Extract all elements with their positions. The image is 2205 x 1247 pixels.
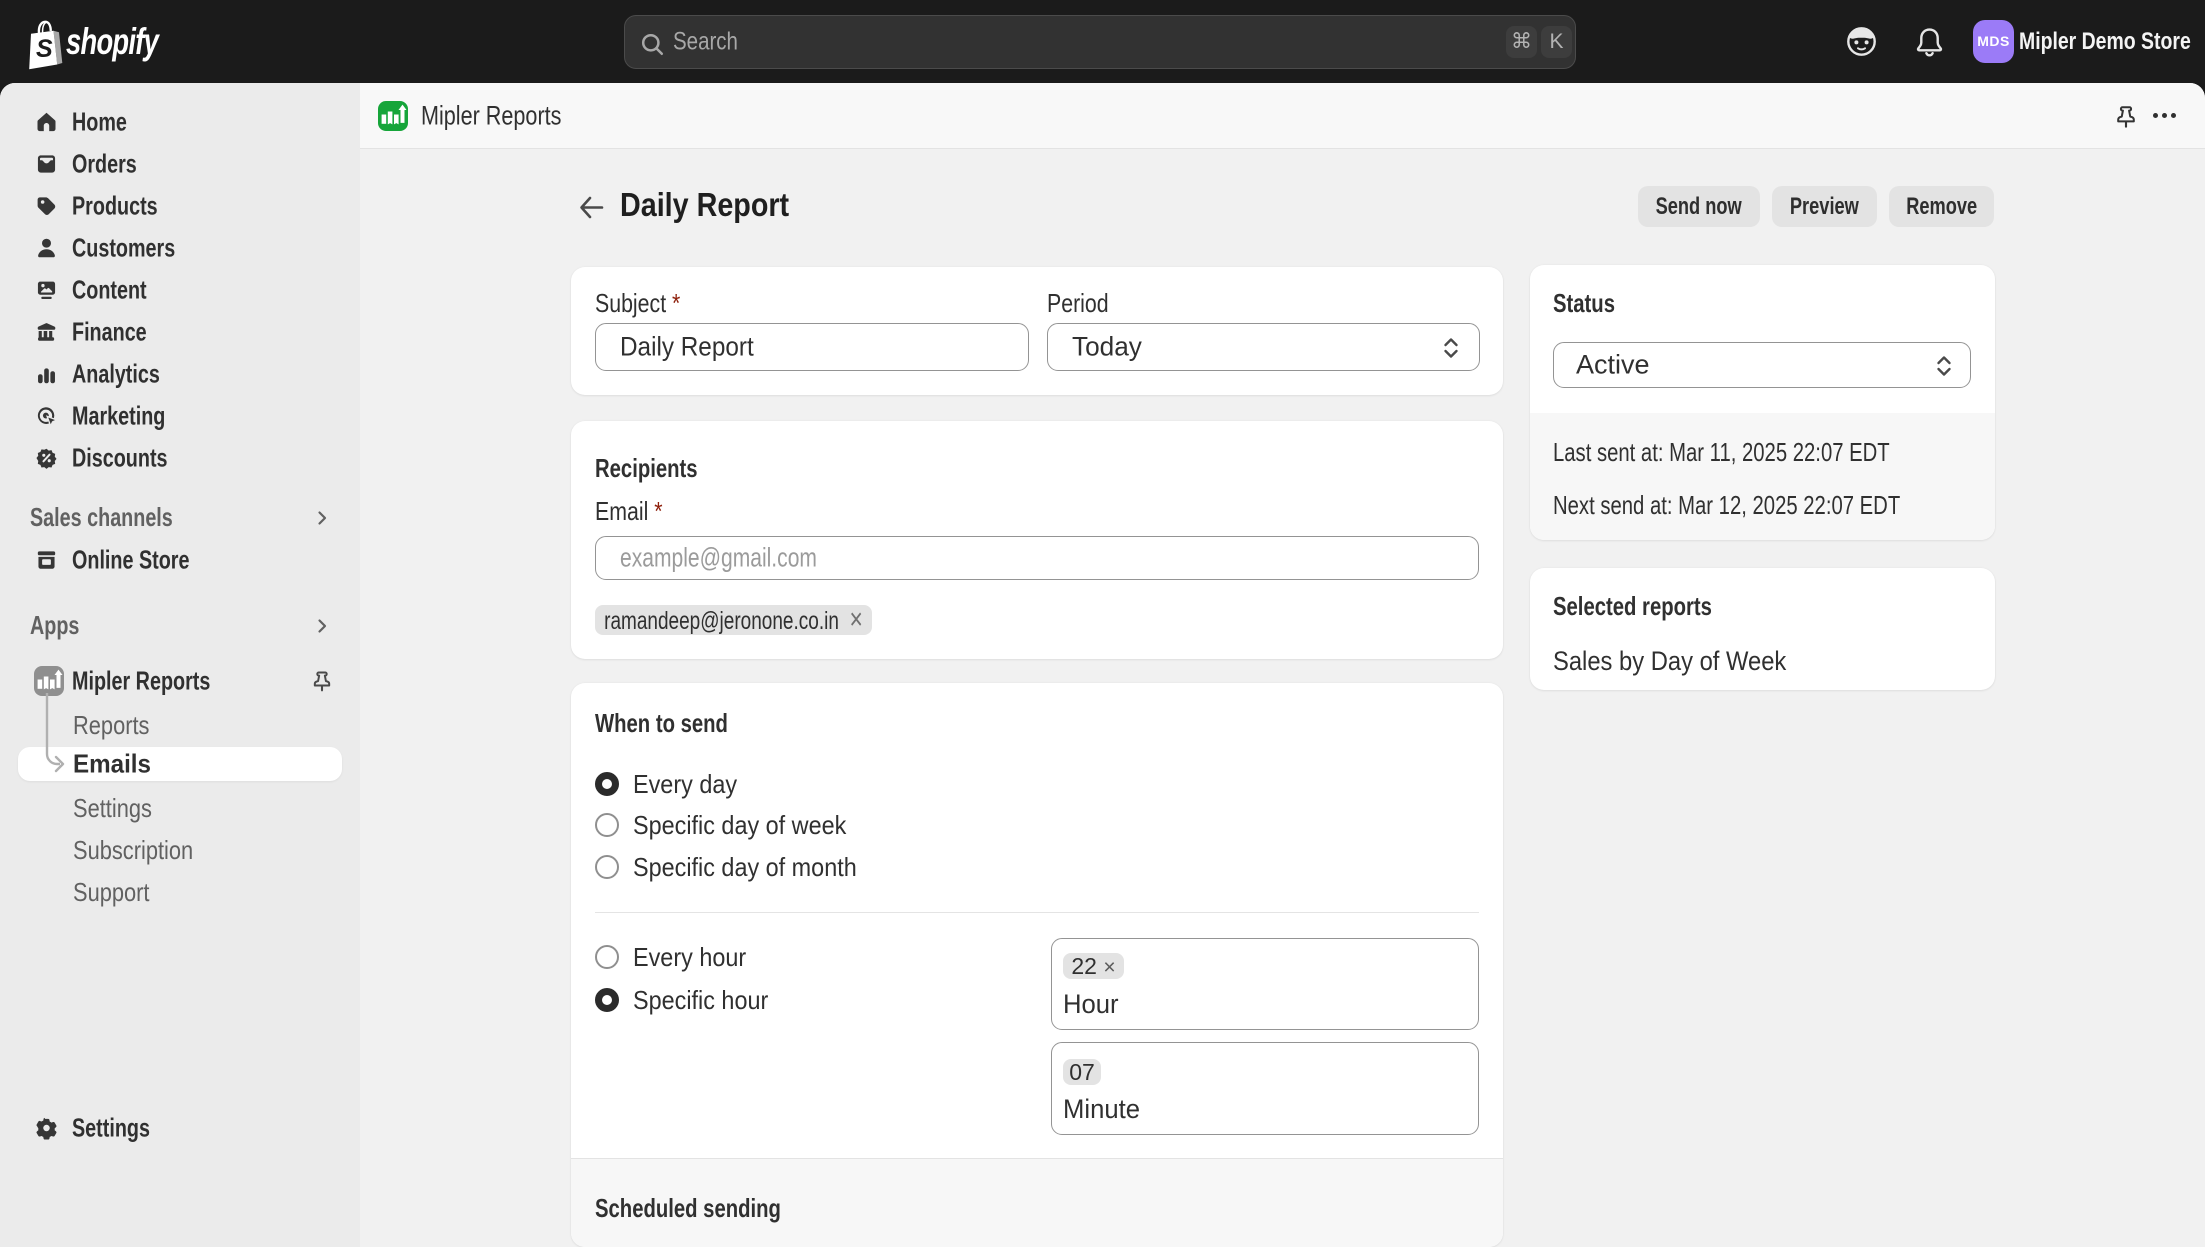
svg-text:S: S xyxy=(36,35,53,63)
svg-text:shopify: shopify xyxy=(66,21,160,62)
